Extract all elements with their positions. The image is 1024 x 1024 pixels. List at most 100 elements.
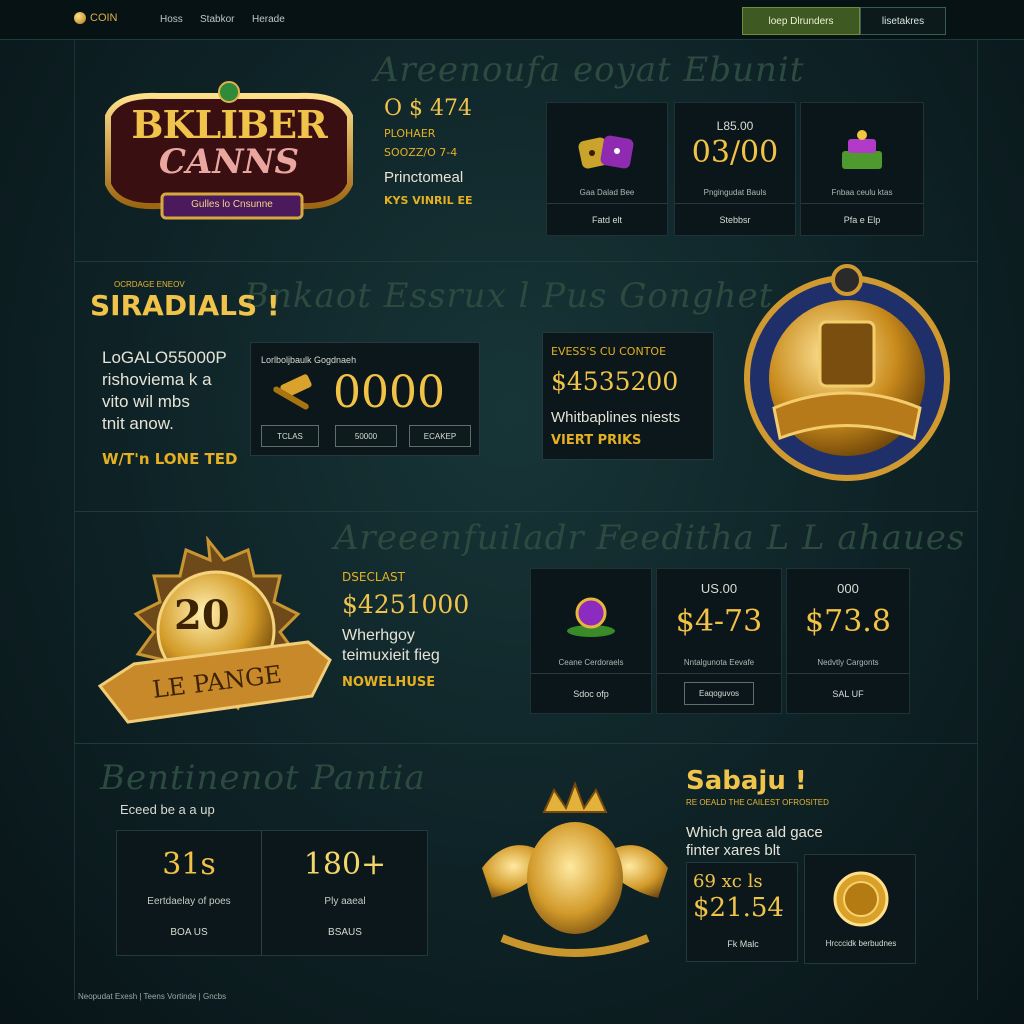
hero-section: Areenoufa eoyat Ebunit BKLIBER CANNS Gul…	[74, 40, 978, 262]
bonus-card-3-footer[interactable]: SAL UF	[787, 673, 909, 713]
jackpot-value: 0000	[333, 367, 445, 418]
footer-text: Neopudat Exesh | Teens Vortinde | Gncbs	[78, 992, 226, 1001]
hero-stat-tag: KYS VINRIL EE	[384, 194, 473, 207]
rewards-heading: Sabaju ! RE OEALD THE CAILEST OFROSITED	[686, 766, 829, 807]
rewards-stat-1-label: Eertdaelay of poes	[147, 896, 231, 907]
hero-stat-value: O $ 474	[384, 96, 473, 121]
brand-name: COIN	[90, 12, 118, 24]
bonus-card-3[interactable]: 000 $73.8 Nedvtly Cargonts SAL UF	[786, 568, 910, 714]
medal-value: 20	[174, 592, 230, 639]
logo-title: BKLIBER	[131, 102, 327, 147]
golden-lion-icon	[482, 781, 668, 957]
jackpot-btn-2[interactable]: 50000	[335, 425, 397, 447]
bonus-card-3-top: 000	[837, 581, 859, 596]
offer-panel[interactable]: EVESS'S CU CONTOE $4535200 Whitbaplines …	[542, 332, 714, 460]
specials-desc-line-1: LoGALO55000P	[102, 348, 227, 367]
rewards-stat-value: $21.54	[693, 893, 784, 923]
coin-icon	[74, 12, 86, 24]
bonus-card-2-top: US.00	[700, 581, 738, 596]
bonus-info: DSECLAST $4251000 Wherhgoy teimuxieit fi…	[342, 570, 502, 690]
hero-card-1-footer[interactable]: Fatd elt	[547, 203, 667, 235]
hero-card-2-top: L85.00	[716, 119, 754, 133]
rewards-desc-line-2: finter xares blt	[686, 842, 781, 859]
jackpot-btn-3[interactable]: ECAKEP	[409, 425, 471, 447]
gavel-icon	[273, 374, 312, 410]
rewards-sub: Eceed be a a up	[120, 802, 215, 817]
bonus-card-3-value: $73.8	[805, 604, 891, 639]
logo-subtitle: CANNS	[158, 142, 300, 182]
hero-stat-label: PLOHAER	[384, 127, 436, 140]
bonus-desc-line-2: teimuxieit fieg	[342, 647, 440, 664]
offer-tag: VIERT PRIKS	[551, 433, 642, 448]
hero-card-1-caption: Gaa Dalad Bee	[579, 188, 635, 197]
rewards-stat-1-footer[interactable]: BOA US	[117, 927, 261, 938]
specials-section: Bnkaot Essrux l Pus Gonghet OCRDAGE ENEO…	[74, 262, 978, 512]
gold-coin-icon	[833, 871, 889, 927]
footer-links[interactable]: Neopudat Exesh | Teens Vortinde | Gncbs	[78, 992, 226, 1001]
bonus-card-2-caption: Nntalgunota Eevafe	[683, 658, 755, 667]
hero-card-2-footer[interactable]: Stebbsr	[675, 203, 795, 235]
nav-link-2[interactable]: Stabkor	[200, 14, 234, 25]
sunburst-medal-icon	[97, 535, 332, 724]
rewards-stat-2-footer[interactable]: BSAUS	[262, 927, 428, 938]
rewards-title: Sabaju !	[686, 766, 807, 796]
rewards-section: Bentinenot Pantia Eceed be a a up 31s Ee…	[74, 744, 978, 974]
specials-kicker: OCRDAGE ENEOV	[114, 280, 185, 289]
nav-link-1[interactable]: Hoss	[160, 14, 183, 25]
specials-desc-line-3: vito wil mbs	[102, 392, 190, 411]
jackpot-label: Lorlboljbaulk Gogdnaeh	[261, 355, 357, 365]
hero-card-3[interactable]: Fnbaa ceulu ktas Pfa e Elp	[800, 102, 924, 236]
rewards-ghost-title: Bentinenot Pantia	[100, 758, 426, 798]
hero-card-3-caption: Fnbaa ceulu ktas	[831, 188, 893, 197]
dice-icon	[578, 135, 634, 169]
bonus-card-1-footer[interactable]: Sdoc ofp	[531, 673, 651, 713]
cake-icon	[842, 130, 882, 169]
login-button[interactable]: loep Dlrunders	[742, 7, 860, 35]
offer-value: $4535200	[551, 367, 679, 396]
rewards-stat-panel[interactable]: 69 xc ls $21.54 Fk Malc	[686, 862, 798, 962]
jackpot-panel: Lorlboljbaulk Gogdnaeh 0000 TCLAS 50000 …	[250, 342, 480, 456]
shield-medal-icon	[744, 264, 950, 481]
jackpot-btn-1[interactable]: TCLAS	[261, 425, 319, 447]
bonus-card-1[interactable]: Ceane Cerdoraels Sdoc ofp	[530, 568, 652, 714]
rewards-stat-1: 31s Eertdaelay of poes BOA US	[117, 831, 261, 955]
hero-card-2[interactable]: L85.00 03/00 Pngingudat Bauls Stebbsr	[674, 102, 796, 236]
rewards-kicker: RE OEALD THE CAILEST OFROSITED	[686, 798, 829, 807]
rewards-stat-top: 69 xc ls	[693, 871, 763, 892]
specials-desc-line-2: rishoviema k a	[102, 370, 212, 389]
bonus-medal: 20 LE PANGE	[97, 535, 338, 746]
brand-logo[interactable]: COIN	[74, 12, 118, 24]
bonus-kicker: DSECLAST	[342, 570, 405, 584]
nav-link-3[interactable]: Herade	[252, 14, 285, 25]
hero-card-2-value: 03/00	[691, 135, 779, 170]
rewards-stat-1-value: 31s	[162, 847, 216, 882]
bonus-card-2-footer[interactable]: Eaqoguvos	[683, 682, 755, 705]
rewards-stats-panel: 31s Eertdaelay of poes BOA US 180+ Ply a…	[116, 830, 428, 956]
offer-label: EVESS'S CU CONTOE	[551, 345, 667, 358]
bonus-card-1-caption: Ceane Cerdoraels	[558, 658, 624, 667]
bonus-desc-line-1: Wherhgoy	[342, 627, 415, 644]
rewards-stat-2: 180+ Ply aaeal BSAUS	[262, 831, 428, 955]
hero-card-2-caption: Pngingudat Bauls	[703, 188, 767, 197]
bonus-section: Areeenfuiladr Feeditha L L ahaues 20 LE …	[74, 512, 978, 744]
bonus-tag: NOWELHUSE	[342, 675, 436, 690]
casino-logo: BKLIBER CANNS Gulles lo Cnsunne	[98, 76, 360, 234]
bonus-ghost-title: Areeenfuiladr Feeditha L L ahaues	[334, 518, 966, 558]
top-bar: COIN Hoss Stabkor Herade loep Dlrunders …	[0, 0, 1024, 40]
specials-heading: OCRDAGE ENEOV SIRADIALS !	[90, 280, 280, 322]
hero-stat-desc: Princtomeal	[384, 169, 464, 186]
hero-card-1[interactable]: Gaa Dalad Bee Fatd elt	[546, 102, 668, 236]
rewards-stat-2-label: Ply aaeal	[324, 896, 366, 907]
bonus-value: $4251000	[342, 590, 470, 619]
rewards-stat-2-value: 180+	[303, 847, 387, 882]
register-button[interactable]: lisetakres	[860, 7, 946, 35]
logo-ribbon: Gulles lo Cnsunne	[191, 199, 273, 210]
hero-card-3-footer[interactable]: Pfa e Elp	[801, 203, 923, 235]
offer-desc: Whitbaplines niests	[551, 409, 681, 426]
bonus-card-2[interactable]: US.00 $4-73 Nntalgunota Eevafe Eaqoguvos	[656, 568, 782, 714]
coin-panel[interactable]: Hrcccidk berbudnes	[804, 854, 916, 964]
hero-ghost-title: Areenoufa eoyat Ebunit	[374, 50, 805, 90]
specials-desc: LoGALO55000P rishoviema k a vito wil mbs…	[102, 348, 242, 468]
hero-stat-sub: SOOZZ/O 7-4	[384, 146, 458, 159]
specials-ghost-title: Bnkaot Essrux l Pus Gonghet	[244, 276, 774, 316]
